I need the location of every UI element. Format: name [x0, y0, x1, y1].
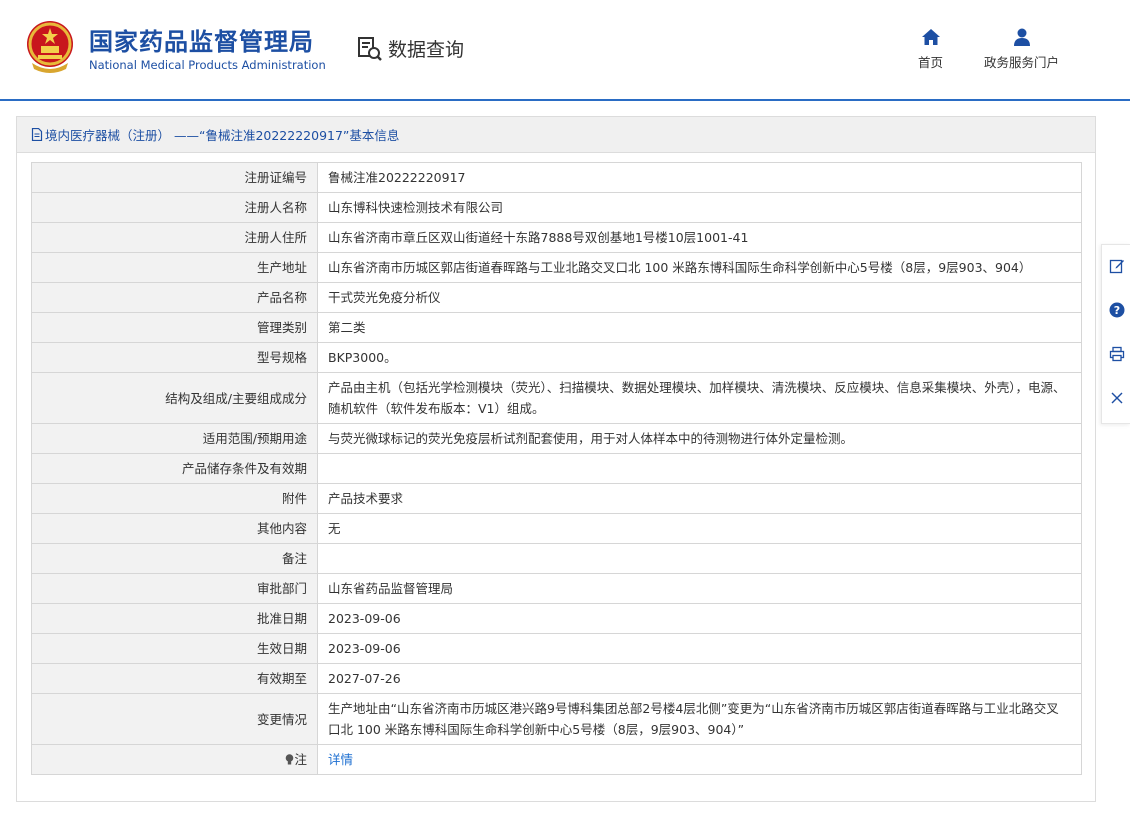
field-value: 山东省济南市历城区郭店街道春晖路与工业北路交叉口北 100 米路东博科国际生命科…	[317, 252, 1082, 283]
field-label: 变更情况	[31, 693, 318, 745]
table-row: 产品名称 干式荧光免疫分析仪	[31, 282, 1082, 313]
field-label: 其他内容	[31, 513, 318, 544]
field-value: 与荧光微球标记的荧光免疫层析试剂配套使用，用于对人体样本中的待测物进行体外定量检…	[317, 423, 1082, 454]
feedback-button[interactable]	[1108, 257, 1126, 275]
close-toolbar-button[interactable]	[1108, 389, 1126, 407]
panel-header: 境内医疗器械（注册） ——“鲁械注准20222220917”基本信息	[17, 117, 1095, 153]
svg-text:?: ?	[1114, 304, 1120, 317]
detail-panel: 境内医疗器械（注册） ——“鲁械注准20222220917”基本信息 注册证编号…	[16, 116, 1096, 802]
header-divider	[0, 99, 1130, 101]
national-emblem-icon	[27, 21, 73, 73]
table-row: 批准日期 2023-09-06	[31, 603, 1082, 634]
table-row: 生效日期 2023-09-06	[31, 633, 1082, 664]
panel-title: 境内医疗器械（注册） ——“鲁械注准20222220917”基本信息	[45, 128, 400, 143]
data-query-label: 数据查询	[388, 39, 465, 61]
nav-service-portal-label: 政务服务门户	[984, 55, 1060, 70]
table-row: 备注	[31, 543, 1082, 574]
note-label-cell: 注	[31, 744, 318, 775]
table-row: 注册证编号 鲁械注准20222220917	[31, 162, 1082, 193]
field-label: 注册证编号	[31, 162, 318, 193]
data-query-icon	[358, 36, 382, 61]
note-value-cell: 详情	[317, 744, 1082, 775]
field-label: 生效日期	[31, 633, 318, 664]
field-value	[317, 543, 1082, 574]
table-row: 审批部门 山东省药品监督管理局	[31, 573, 1082, 604]
table-row: 注册人名称 山东博科快速检测技术有限公司	[31, 192, 1082, 223]
site-header: 国家药品监督管理局 National Medical Products Admi…	[0, 0, 1130, 100]
table-row: 管理类别 第二类	[31, 312, 1082, 343]
field-value: 第二类	[317, 312, 1082, 343]
note-label: 注	[294, 752, 307, 767]
field-value: 山东博科快速检测技术有限公司	[317, 192, 1082, 223]
field-label: 产品名称	[31, 282, 318, 313]
table-row: 有效期至 2027-07-26	[31, 663, 1082, 694]
table-row: 结构及组成/主要组成成分 产品由主机（包括光学检测模块（荧光）、扫描模块、数据处理…	[31, 372, 1082, 424]
field-label: 审批部门	[31, 573, 318, 604]
field-label: 注册人住所	[31, 222, 318, 253]
side-toolbar: ?	[1101, 244, 1130, 424]
table-row: 生产地址 山东省济南市历城区郭店街道春晖路与工业北路交叉口北 100 米路东博科国…	[31, 252, 1082, 283]
table-row: 附件 产品技术要求	[31, 483, 1082, 514]
nav-service-portal[interactable]: 政务服务门户	[984, 28, 1059, 71]
field-label: 有效期至	[31, 663, 318, 694]
home-icon	[921, 29, 940, 45]
field-value: 生产地址由“山东省济南市历城区港兴路9号博科集团总部2号楼4层北侧”变更为“山东…	[317, 693, 1082, 745]
field-label: 管理类别	[31, 312, 318, 343]
field-value	[317, 453, 1082, 484]
nav-home-label: 首页	[918, 55, 944, 70]
field-value: 干式荧光免疫分析仪	[317, 282, 1082, 313]
field-value: 产品技术要求	[317, 483, 1082, 514]
user-icon	[1013, 28, 1030, 46]
table-row-note: 注 详情	[31, 744, 1082, 775]
help-button[interactable]: ?	[1108, 301, 1126, 319]
table-row: 产品储存条件及有效期	[31, 453, 1082, 484]
details-link[interactable]: 详情	[328, 752, 353, 767]
table-row: 其他内容无	[31, 513, 1082, 544]
field-value: 山东省济南市章丘区双山街道经十东路7888号双创基地1号楼10层1001-41	[317, 222, 1082, 253]
field-label: 适用范围/预期用途	[31, 423, 318, 454]
print-button[interactable]	[1108, 345, 1126, 363]
field-value: 鲁械注准20222220917	[317, 162, 1082, 193]
field-label: 结构及组成/主要组成成分	[31, 372, 318, 424]
document-icon	[31, 128, 43, 141]
field-value: 2027-07-26	[317, 663, 1082, 694]
close-icon	[1111, 392, 1123, 404]
field-label: 生产地址	[31, 252, 318, 283]
field-value: 山东省药品监督管理局	[317, 573, 1082, 604]
edit-icon	[1109, 259, 1124, 274]
field-label: 附件	[31, 483, 318, 514]
field-value: BKP3000。	[317, 342, 1082, 373]
field-label: 型号规格	[31, 342, 318, 373]
org-name-cn: 国家药品监督管理局	[89, 28, 314, 56]
data-query-link[interactable]: 数据查询	[356, 35, 464, 62]
print-icon	[1109, 346, 1125, 362]
field-value: 产品由主机（包括光学检测模块（荧光）、扫描模块、数据处理模块、加样模块、清洗模块…	[317, 372, 1082, 424]
info-table: 注册证编号 鲁械注准20222220917 注册人名称 山东博科快速检测技术有限公司注…	[31, 162, 1082, 775]
table-row: 适用范围/预期用途 与荧光微球标记的荧光免疫层析试剂配套使用，用于对人体样本中的待…	[31, 423, 1082, 454]
field-label: 备注	[31, 543, 318, 574]
field-value: 无	[317, 513, 1082, 544]
table-row: 注册人住所 山东省济南市章丘区双山街道经十东路7888号双创基地1号楼10层100…	[31, 222, 1082, 253]
nav-home[interactable]: 首页	[918, 28, 943, 71]
table-row: 型号规格 BKP3000。	[31, 342, 1082, 373]
org-name-en: National Medical Products Administration	[89, 58, 326, 72]
help-icon: ?	[1109, 302, 1125, 318]
field-label: 注册人名称	[31, 192, 318, 223]
table-row: 变更情况 生产地址由“山东省济南市历城区港兴路9号博科集团总部2号楼4层北侧”变更…	[31, 693, 1082, 745]
field-label: 产品储存条件及有效期	[31, 453, 318, 484]
field-label: 批准日期	[31, 603, 318, 634]
field-value: 2023-09-06	[317, 633, 1082, 664]
field-value: 2023-09-06	[317, 603, 1082, 634]
